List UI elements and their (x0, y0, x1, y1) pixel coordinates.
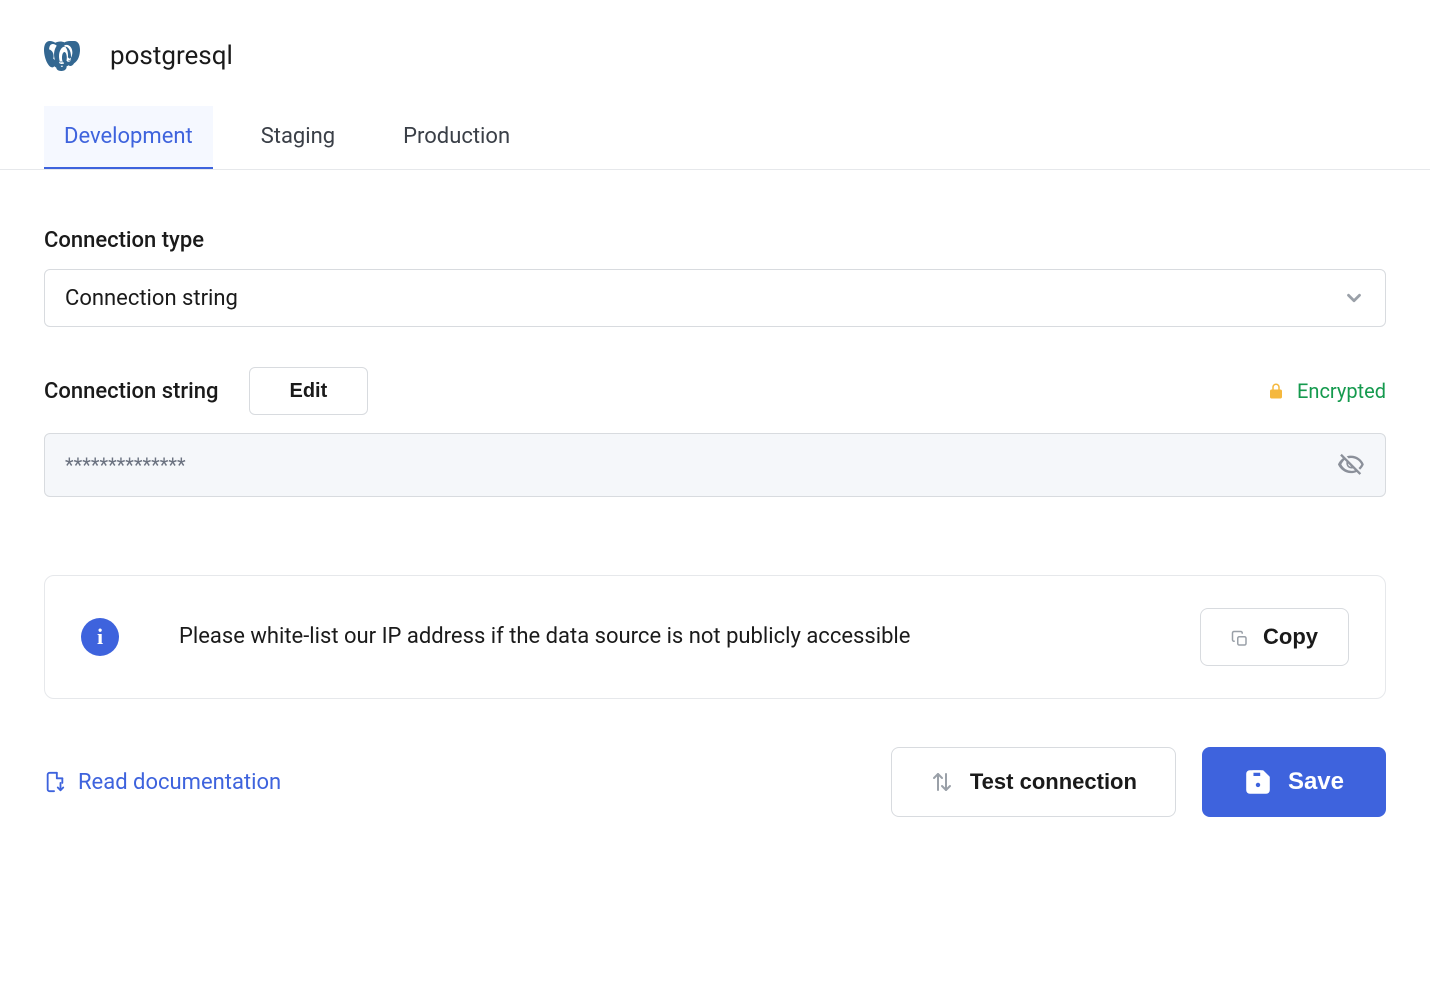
document-icon (44, 771, 66, 793)
lock-icon (1267, 382, 1285, 400)
connection-string-input[interactable]: ************** (44, 433, 1386, 497)
tab-staging[interactable]: Staging (241, 106, 355, 169)
copy-button-label: Copy (1263, 624, 1318, 650)
edit-button-label: Edit (290, 380, 328, 403)
tab-production[interactable]: Production (383, 106, 530, 169)
save-button-label: Save (1288, 768, 1344, 796)
connection-type-select[interactable]: Connection string (44, 269, 1386, 327)
edit-button[interactable]: Edit (249, 367, 369, 415)
test-button-label: Test connection (970, 769, 1137, 795)
connection-type-value: Connection string (65, 286, 238, 311)
page-header: postgresql (44, 0, 1386, 106)
arrows-up-down-icon (930, 770, 954, 794)
page-title: postgresql (110, 41, 233, 71)
environment-tabs: Development Staging Production (0, 106, 1430, 170)
tab-development[interactable]: Development (44, 106, 213, 169)
copy-icon (1231, 628, 1249, 646)
encrypted-label: Encrypted (1297, 379, 1386, 403)
save-button[interactable]: Save (1202, 747, 1386, 817)
postgresql-icon (44, 38, 80, 74)
test-connection-button[interactable]: Test connection (891, 747, 1176, 817)
footer-row: Read documentation Test connection Save (44, 747, 1386, 817)
ip-whitelist-alert: i Please white-list our IP address if th… (44, 575, 1386, 699)
chevron-down-icon (1343, 287, 1365, 309)
info-icon: i (81, 618, 119, 656)
copy-button[interactable]: Copy (1200, 608, 1349, 666)
alert-text: Please white-list our IP address if the … (179, 619, 1140, 654)
content-area: Connection type Connection string Connec… (44, 170, 1386, 817)
eye-off-icon[interactable] (1337, 451, 1365, 479)
connection-string-label: Connection string (44, 379, 219, 404)
read-documentation-link[interactable]: Read documentation (44, 770, 281, 795)
connection-string-masked-value: ************** (65, 453, 186, 477)
doc-link-label: Read documentation (78, 770, 281, 795)
save-icon (1244, 768, 1272, 796)
connection-type-label: Connection type (44, 228, 1386, 253)
